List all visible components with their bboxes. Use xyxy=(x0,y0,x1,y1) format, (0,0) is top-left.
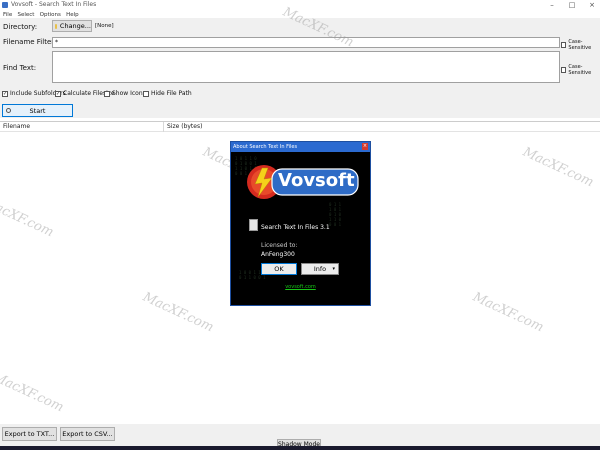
licensed-to-label: Licensed to: xyxy=(261,242,298,249)
checkbox-checked-icon: ✓ xyxy=(2,90,8,97)
show-icons-label: Show Icons xyxy=(112,90,146,97)
checkbox-box xyxy=(104,90,110,97)
title-bar: Vovsoft - Search Text In Files – □ × xyxy=(0,0,600,10)
checkbox-box xyxy=(561,42,567,48)
document-icon xyxy=(249,219,258,231)
maximize-icon[interactable]: □ xyxy=(564,0,580,10)
start-label: Start xyxy=(29,106,46,115)
find-text-input[interactable] xyxy=(52,51,560,83)
column-size[interactable]: Size (bytes) xyxy=(167,123,202,130)
change-directory-button[interactable]: Change... xyxy=(52,20,92,32)
directory-label: Directory: xyxy=(3,23,38,31)
vovsoft-logo: Vovsoft xyxy=(246,164,361,200)
dialog-title: About Search Text In Files xyxy=(231,142,370,152)
checkbox-box xyxy=(561,67,567,73)
about-dialog: 1 0 1 1 00 1 0 0 11 1 0 1 00 0 1 1 0 0 1… xyxy=(230,141,371,306)
case-sensitive-label: Case-Sensitive xyxy=(568,39,592,51)
directory-value: [None] xyxy=(95,23,114,29)
minimize-icon[interactable]: – xyxy=(544,0,560,10)
export-csv-button[interactable]: Export to CSV... xyxy=(60,427,115,441)
ok-button[interactable]: OK xyxy=(261,263,297,275)
search-icon xyxy=(6,108,11,113)
column-separator[interactable] xyxy=(163,122,164,132)
window-title: Vovsoft - Search Text In Files xyxy=(11,1,97,8)
filename-filter-label: Filename Filter: xyxy=(3,38,57,46)
export-txt-button[interactable]: Export to TXT... xyxy=(2,427,57,441)
filename-case-sensitive-checkbox[interactable]: Case-Sensitive xyxy=(561,39,600,51)
info-label: Info xyxy=(313,265,327,273)
logo-text: Vovsoft xyxy=(278,170,355,191)
change-directory-label: Change... xyxy=(59,22,91,30)
results-header: Filename Size (bytes) xyxy=(0,122,600,132)
find-case-sensitive-checkbox[interactable]: Case-Sensitive xyxy=(561,64,600,76)
checkbox-checked-icon: ✓ xyxy=(55,90,61,97)
case-sensitive-label: Case-Sensitive xyxy=(568,64,592,76)
licensee-name: AnFeng300 xyxy=(261,251,295,258)
taskbar-strip xyxy=(0,446,600,450)
dialog-close-icon[interactable]: × xyxy=(362,143,368,150)
filename-filter-input[interactable]: * xyxy=(52,37,560,48)
column-filename[interactable]: Filename xyxy=(3,123,30,130)
vovsoft-website-link[interactable]: vovsoft.com xyxy=(231,284,370,290)
close-icon[interactable]: × xyxy=(584,0,600,10)
start-button[interactable]: Start xyxy=(2,104,73,117)
info-button[interactable]: Info ▾ xyxy=(301,263,339,275)
search-form: Directory: Change... [None] Filename Fil… xyxy=(0,18,600,118)
folder-icon xyxy=(55,23,57,29)
chevron-down-icon: ▾ xyxy=(332,266,335,272)
product-name: Search Text In Files 3.1 xyxy=(261,224,330,231)
find-text-label: Find Text: xyxy=(3,64,37,72)
show-icons-checkbox[interactable]: Show Icons xyxy=(104,90,146,97)
checkbox-box xyxy=(143,90,149,97)
app-icon xyxy=(2,2,8,8)
hide-file-path-label: Hide File Path xyxy=(151,90,192,97)
matrix-background: 0 1 11 0 10 1 01 1 00 0 1 xyxy=(329,202,342,227)
hide-file-path-checkbox[interactable]: Hide File Path xyxy=(143,90,192,97)
